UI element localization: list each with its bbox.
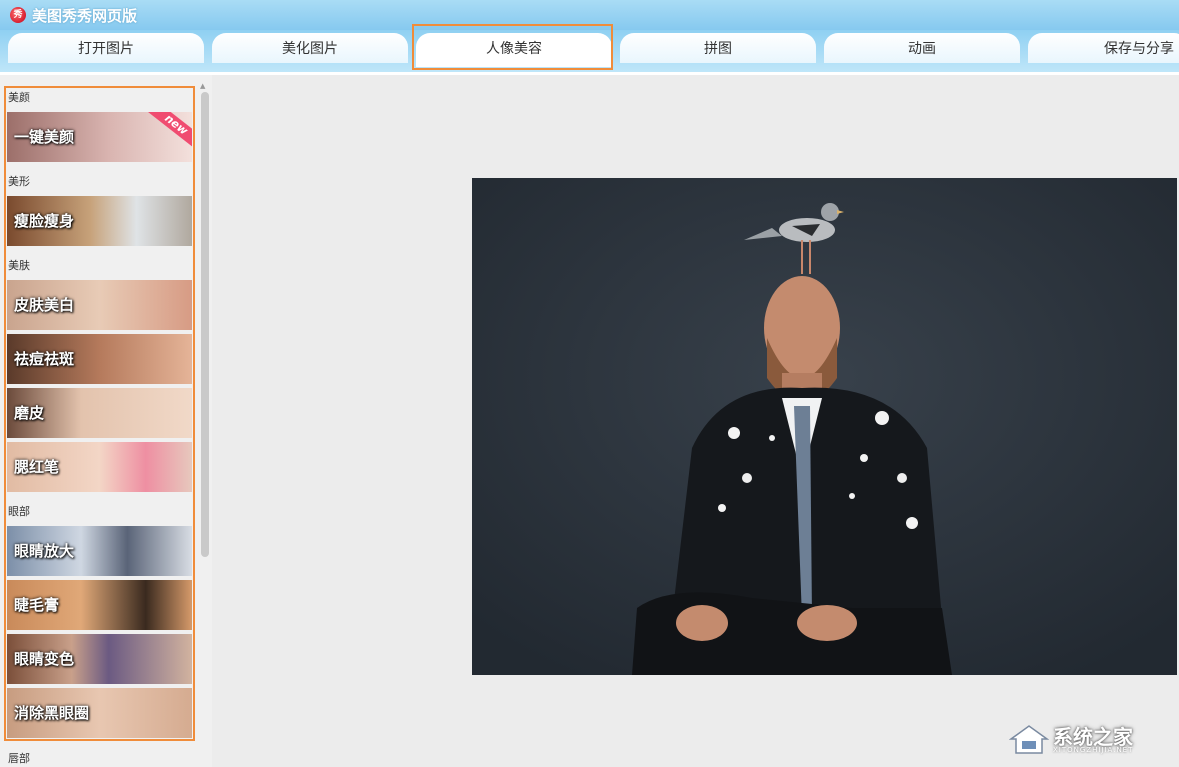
section-skin: 美肤 <box>8 259 30 272</box>
watermark-subtext: XITONGZHIJIA.NET <box>1053 746 1134 754</box>
feature-label: 皮肤美白 <box>14 296 75 314</box>
feature-slim-face[interactable]: 瘦脸瘦身 <box>7 196 192 246</box>
feature-skin-whitening[interactable]: 皮肤美白 <box>7 280 192 330</box>
tab-beautify[interactable]: 美化图片 <box>212 33 408 63</box>
feature-label: 一键美颜 <box>14 128 75 146</box>
photo-canvas[interactable] <box>472 178 1177 675</box>
feature-label: 瘦脸瘦身 <box>14 212 75 230</box>
feature-dark-circles[interactable]: 消除黑眼圈 <box>7 688 192 738</box>
section-lips: 唇部 <box>8 752 30 765</box>
house-logo-icon <box>1009 725 1049 754</box>
section-shape: 美形 <box>8 175 30 188</box>
feature-label: 眼睛变色 <box>14 650 75 668</box>
feature-label: 睫毛膏 <box>14 596 60 614</box>
main-tabs: 打开图片 美化图片 人像美容 拼图 动画 保存与分享 <box>0 30 1179 72</box>
sidebar-scrollbar[interactable] <box>201 92 209 557</box>
feature-eye-enlarge[interactable]: 眼睛放大 <box>7 526 192 576</box>
feature-label: 磨皮 <box>14 404 45 422</box>
feature-label: 消除黑眼圈 <box>14 704 90 722</box>
feature-label: 祛痘祛斑 <box>14 350 75 368</box>
tab-portrait[interactable]: 人像美容 <box>416 33 612 67</box>
tab-animation[interactable]: 动画 <box>824 33 1020 63</box>
feature-label: 腮红笔 <box>14 458 60 476</box>
title-bar: 秀 美图秀秀网页版 <box>0 0 1179 30</box>
tab-open-image[interactable]: 打开图片 <box>8 33 204 63</box>
site-watermark: 系统之家 XITONGZHIJIA.NET <box>1009 719 1169 759</box>
feature-acne-removal[interactable]: 祛痘祛斑 <box>7 334 192 384</box>
feature-skin-smoothing[interactable]: 磨皮 <box>7 388 192 438</box>
tab-save-share[interactable]: 保存与分享 <box>1028 33 1179 63</box>
feature-mascara[interactable]: 睫毛膏 <box>7 580 192 630</box>
feature-one-click-beauty[interactable]: 一键美颜 new <box>7 112 192 162</box>
section-eyes: 眼部 <box>8 505 30 518</box>
feature-eye-color[interactable]: 眼睛变色 <box>7 634 192 684</box>
tab-collage[interactable]: 拼图 <box>620 33 816 63</box>
scroll-up-icon[interactable]: ▲ <box>200 82 205 90</box>
feature-label: 眼睛放大 <box>14 542 75 560</box>
app-title: 美图秀秀网页版 <box>32 7 138 25</box>
app-logo-icon: 秀 <box>10 7 26 23</box>
section-beauty: 美颜 <box>8 91 30 104</box>
new-badge: new <box>148 112 192 149</box>
feature-blush-brush[interactable]: 腮红笔 <box>7 442 192 492</box>
portrait-photo <box>472 178 1177 675</box>
